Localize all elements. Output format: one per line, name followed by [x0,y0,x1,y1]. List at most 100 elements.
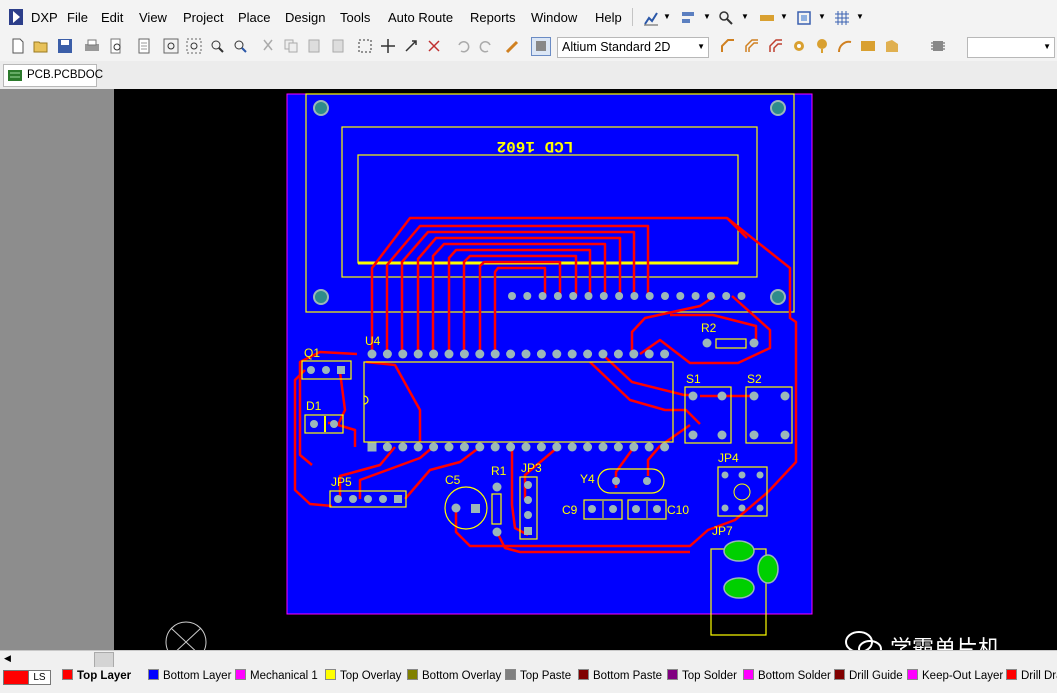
layer-swatch [62,669,73,680]
pad [706,292,715,300]
pad [661,292,669,300]
layer-tab-label: Mechanical 1 [250,670,318,682]
c9-label: C9 [562,503,578,517]
r1-label: R1 [491,464,507,478]
pad [567,349,577,359]
jp5-label: JP5 [331,475,352,489]
pad [521,349,531,359]
r2-label: R2 [701,321,717,335]
pad [569,292,578,300]
layer-swatch [1006,669,1017,680]
pad [490,442,500,452]
layer-tab-bottom-layer[interactable]: Bottom Layer [145,668,231,685]
layer-swatch [578,669,589,680]
pcb-board [286,93,813,615]
horizontal-scrollbar[interactable]: ◀ [0,650,1057,668]
layer-swatch [148,669,159,680]
d1-label: D1 [306,399,322,413]
layer-tab-label: Drill Guide [849,670,903,682]
pad [644,349,654,359]
layer-tab-label: Top Layer [77,670,132,682]
ls-button[interactable]: LS [28,670,51,685]
layer-swatch [667,669,678,680]
pad [475,442,485,452]
layer-swatch [743,669,754,680]
origin-marker-icon [165,621,207,650]
layer-tab-drill-guide[interactable]: Drill Guide [831,668,903,685]
pad [459,349,469,359]
pad [382,442,392,452]
pad [567,442,577,452]
layer-tab-label: Top Paste [520,670,572,682]
layer-tab-label: Top Overlay [340,670,402,682]
lcd-label: LCD 1602 [497,137,574,155]
layer-tab-label: Bottom Layer [163,670,232,682]
pad [475,349,485,359]
pad [552,349,562,359]
layer-swatch [407,669,418,680]
q1-pads [307,366,345,374]
pad [613,442,623,452]
layer-tab-label: Bottom Paste [593,670,663,682]
pad [645,292,654,300]
scroll-thumb[interactable] [94,652,114,668]
layer-tab-label: Bottom Solder [758,670,831,682]
pad [722,292,731,300]
pad [508,292,516,300]
pad [629,442,639,452]
pad [584,292,593,300]
pad [583,442,593,452]
ls-label: LS [33,672,46,683]
layer-tab-bottom-solder[interactable]: Bottom Solder [740,668,831,685]
y4-label: Y4 [580,472,595,486]
pad [382,349,392,359]
layer-tab-top-paste[interactable]: Top Paste [502,668,571,685]
pad [660,349,670,359]
pad [583,349,593,359]
layer-tab-bottom-paste[interactable]: Bottom Paste [575,668,662,685]
pad [367,442,377,452]
c5-label: C5 [445,473,461,487]
pad [523,292,532,300]
pad [506,442,516,452]
pad [615,292,624,300]
layer-swatch [505,669,516,680]
layer-tab-label: Bottom Overlay [422,670,502,682]
pad [413,442,423,452]
layer-tab-drill-drawing[interactable]: Drill Dra [1003,668,1057,685]
layer-swatch [834,669,845,680]
layer-tab-label: Keep-Out Layer [922,670,1004,682]
pad [538,292,547,300]
pad [459,442,469,452]
layer-swatch [325,669,336,680]
pcb-board-view[interactable]: LCD 1602 U4 Q1 D1 R2 S1 S2 JP5 C5 R1 JP3… [0,0,1057,650]
pad [398,349,408,359]
s1-label: S1 [686,372,701,386]
current-layer-swatch[interactable] [3,670,30,685]
layer-tab-top-layer[interactable]: Top Layer [59,668,131,685]
layer-swatch [907,669,918,680]
layer-tab-keep-out-layer[interactable]: Keep-Out Layer [904,668,1003,685]
pad [367,349,377,359]
pad [660,442,670,452]
u4-label: U4 [365,334,381,348]
q1-label: Q1 [304,346,320,360]
pad [444,442,454,452]
pad [737,292,746,300]
c10-label: C10 [667,503,689,517]
pad [630,292,639,300]
jp3-label: JP3 [521,461,542,475]
pad [521,442,531,452]
layer-tab-bottom-overlay[interactable]: Bottom Overlay [404,668,501,685]
scroll-left-icon[interactable]: ◀ [4,653,11,664]
pad [644,442,654,452]
layer-tab-mechanical-1[interactable]: Mechanical 1 [232,668,318,685]
pad [490,349,500,359]
pad [413,349,423,359]
layer-tab-top-overlay[interactable]: Top Overlay [322,668,401,685]
pad [613,349,623,359]
pad [536,442,546,452]
layer-tab-top-solder[interactable]: Top Solder [664,668,737,685]
pad [629,349,639,359]
pad [398,442,408,452]
